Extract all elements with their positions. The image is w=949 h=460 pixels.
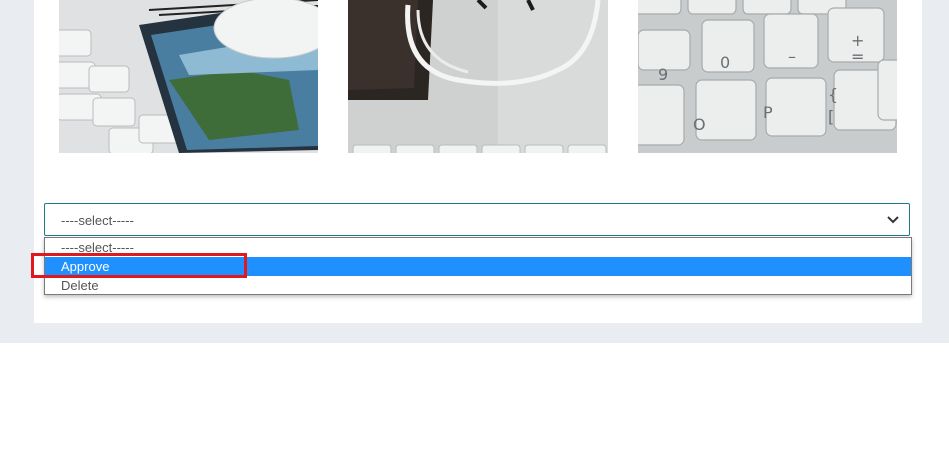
action-select[interactable]: ----select----- <box>44 203 910 236</box>
svg-text:0: 0 <box>720 53 730 72</box>
annotation-highlight-box <box>31 253 247 278</box>
keyboard-mousepad-photo[interactable] <box>59 0 318 153</box>
option-delete[interactable]: Delete <box>45 276 911 295</box>
svg-text:9: 9 <box>658 65 668 84</box>
svg-text:–: – <box>788 47 796 66</box>
wallet-cable-photo[interactable] <box>348 0 608 153</box>
svg-text:=: = <box>851 47 864 66</box>
wallet-cable-image <box>348 0 608 153</box>
keyboard-keys-photo[interactable]: 9 0 – + = O P { [ <box>638 0 897 153</box>
svg-text:{: { <box>828 85 838 104</box>
chevron-down-icon <box>887 216 899 224</box>
svg-text:[: [ <box>828 107 834 126</box>
keyboard-keys-image: 9 0 – + = O P { [ <box>638 0 897 153</box>
svg-text:P: P <box>763 103 773 122</box>
svg-text:O: O <box>693 115 706 134</box>
keyboard-mousepad-image <box>59 0 318 153</box>
select-current-value: ----select----- <box>61 213 134 228</box>
